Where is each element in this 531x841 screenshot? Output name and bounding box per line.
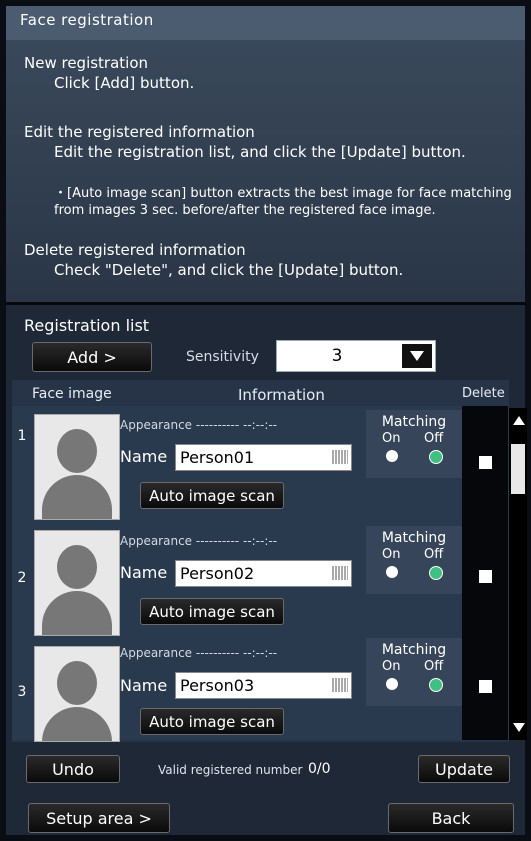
auto-image-scan-button[interactable]: Auto image scan (140, 598, 284, 625)
column-delete: Delete (462, 386, 505, 401)
auto-scan-note-line1: ・[Auto image scan] button extracts the b… (54, 186, 512, 201)
delete-checkbox[interactable] (479, 570, 492, 583)
matching-off-radio[interactable] (429, 450, 443, 464)
person-silhouette-icon (34, 414, 120, 520)
matching-off-label: Off (424, 547, 444, 562)
keyboard-icon[interactable] (332, 450, 348, 464)
matching-on-label: On (382, 659, 401, 674)
table-row: 1 Appearance ---------- --:--:-- Name Pe… (12, 406, 509, 522)
row-number: 2 (17, 570, 27, 586)
matching-off-radio[interactable] (429, 678, 443, 692)
matching-on-radio[interactable] (386, 450, 398, 462)
name-field[interactable]: Person01 (175, 444, 352, 471)
undo-button[interactable]: Undo (26, 755, 120, 783)
matching-on-label: On (382, 431, 401, 446)
matching-on-label: On (382, 547, 401, 562)
person-silhouette-icon (34, 646, 120, 742)
person-silhouette-icon (34, 530, 120, 636)
auto-image-scan-button[interactable]: Auto image scan (140, 708, 284, 735)
valid-registered-label: Valid registered number (158, 763, 303, 777)
edit-heading: Edit the registered information (24, 123, 255, 141)
delete-heading: Delete registered information (24, 241, 246, 259)
matching-on-radio[interactable] (386, 678, 398, 690)
auto-image-scan-button[interactable]: Auto image scan (140, 482, 284, 509)
update-button[interactable]: Update (418, 755, 510, 783)
appearance-time: Appearance ---------- --:--:-- (120, 646, 278, 660)
sensitivity-select[interactable]: 3 (276, 340, 436, 372)
row-number: 3 (17, 684, 27, 700)
matching-off-label: Off (424, 659, 444, 674)
keyboard-icon[interactable] (332, 678, 348, 692)
matching-off-radio[interactable] (429, 566, 443, 580)
matching-label: Matching (381, 642, 447, 658)
appearance-time: Appearance ---------- --:--:-- (120, 418, 278, 432)
delete-cell (462, 406, 508, 522)
column-face-image: Face image (32, 386, 112, 402)
delete-cell (462, 638, 508, 740)
chevron-down-icon[interactable] (402, 344, 432, 368)
matching-group: Matching On Off (366, 638, 462, 706)
auto-scan-note-line2: from images 3 sec. before/after the regi… (54, 203, 436, 218)
matching-label: Matching (381, 414, 447, 430)
name-label: Name (120, 676, 168, 695)
delete-checkbox[interactable] (479, 680, 492, 693)
table-row: 3 Appearance ---------- --:--:-- Name Pe… (12, 638, 509, 742)
column-information: Information (238, 386, 325, 404)
valid-registered-value: 0/0 (308, 761, 331, 777)
new-registration-text: Click [Add] button. (54, 74, 195, 92)
name-label: Name (120, 563, 168, 582)
scrollbar[interactable] (509, 408, 527, 740)
keyboard-icon[interactable] (332, 566, 348, 580)
page-title: Face registration (20, 11, 154, 29)
sensitivity-value: 3 (331, 346, 343, 366)
delete-checkbox[interactable] (479, 456, 492, 469)
matching-group: Matching On Off (366, 526, 462, 594)
matching-label: Matching (381, 530, 447, 546)
sensitivity-label: Sensitivity (186, 349, 259, 365)
row-number: 1 (17, 428, 27, 444)
name-field[interactable]: Person03 (175, 672, 352, 699)
back-button[interactable]: Back (388, 803, 514, 833)
setup-area-button[interactable]: Setup area > (28, 803, 170, 833)
scrollbar-thumb[interactable] (511, 444, 525, 494)
name-label: Name (120, 447, 168, 466)
name-value: Person01 (180, 448, 255, 467)
appearance-time: Appearance ---------- --:--:-- (120, 534, 278, 548)
name-value: Person03 (180, 676, 255, 695)
name-value: Person02 (180, 564, 255, 583)
table-row: 2 Appearance ---------- --:--:-- Name Pe… (12, 522, 509, 638)
matching-on-radio[interactable] (386, 566, 398, 578)
registration-list-title: Registration list (24, 316, 150, 335)
delete-text: Check "Delete", and click the [Update] b… (54, 261, 404, 279)
new-registration-heading: New registration (24, 54, 149, 72)
add-button[interactable]: Add > (32, 342, 152, 372)
edit-text: Edit the registration list, and click th… (54, 143, 466, 161)
delete-cell (462, 522, 508, 638)
matching-group: Matching On Off (366, 410, 462, 478)
scroll-up-icon[interactable] (513, 416, 525, 425)
scroll-down-icon[interactable] (513, 723, 525, 732)
matching-off-label: Off (424, 431, 444, 446)
name-field[interactable]: Person02 (175, 560, 352, 587)
